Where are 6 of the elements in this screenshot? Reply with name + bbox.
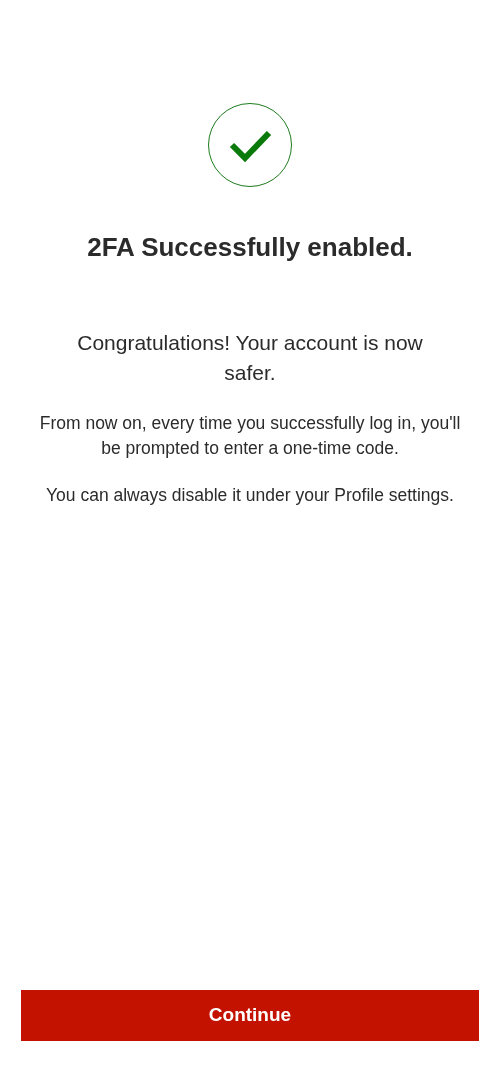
subtitle: Congratulations! Your account is now safer. <box>76 329 424 387</box>
check-icon <box>208 103 292 187</box>
continue-button[interactable]: Continue <box>21 990 479 1041</box>
title: 2FA Successfully enabled. <box>86 231 414 264</box>
paragraph: You can always disable it under your Profile settings. <box>45 484 455 508</box>
paragraph: From now on, every time you successfully log in, you'll be prompted to enter a one-time code. <box>38 411 462 461</box>
